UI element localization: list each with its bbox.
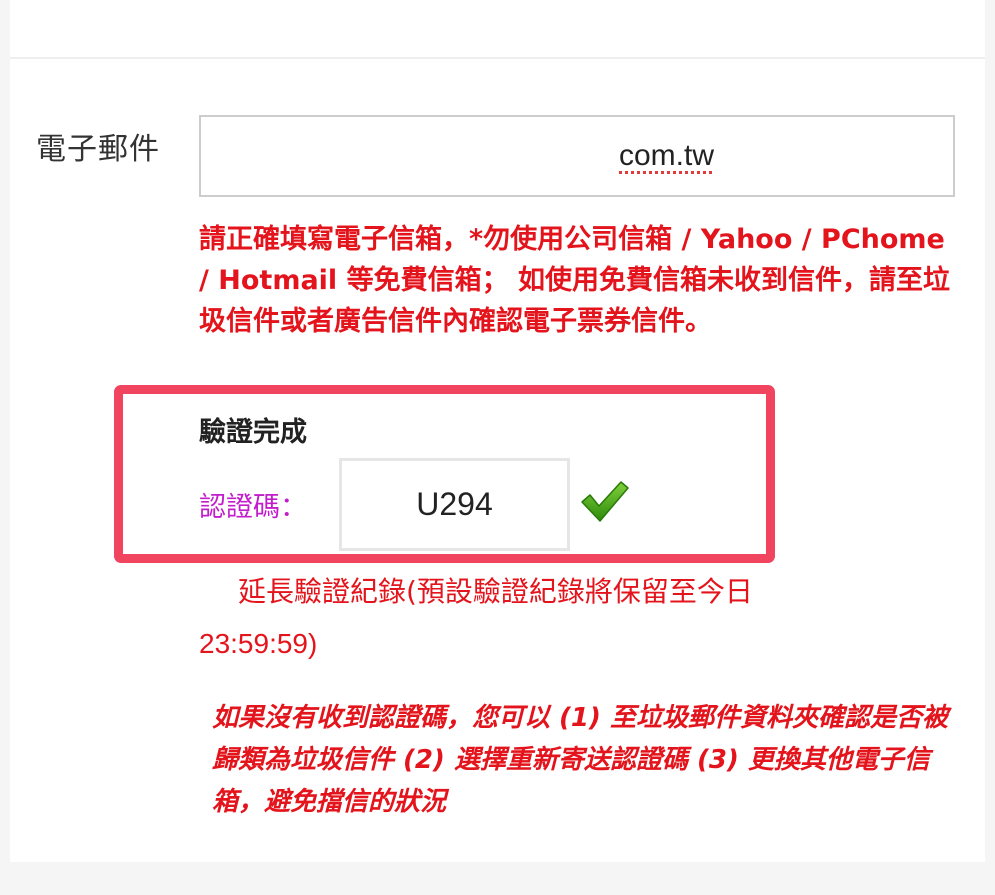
email-warning: 請正確填寫電子信箱，*勿使用公司信箱 / Yahoo / PChome / Ho… (199, 224, 950, 337)
green-check-icon (581, 481, 629, 522)
verification-code-value: U294 (416, 486, 493, 522)
extend-verification-time: 23:59:59) (199, 628, 318, 659)
extend-verification-link[interactable]: 延長驗證紀錄(預設驗證紀錄將保留至今日 (238, 570, 753, 610)
verification-help-text: 如果沒有收到認證碼，您可以 (1) 至垃圾郵件資料夾確認是否被歸類為垃圾信件 (… (212, 703, 948, 817)
email-input-value: com.tw (619, 139, 715, 172)
email-label: 電子郵件 (36, 132, 160, 167)
verification-code-label: 認證碼： (199, 492, 307, 523)
email-input[interactable]: com.tw (199, 115, 955, 197)
verification-status-title: 驗證完成 (199, 417, 307, 448)
verification-code-input[interactable]: U294 (339, 458, 570, 551)
divider (10, 57, 985, 59)
